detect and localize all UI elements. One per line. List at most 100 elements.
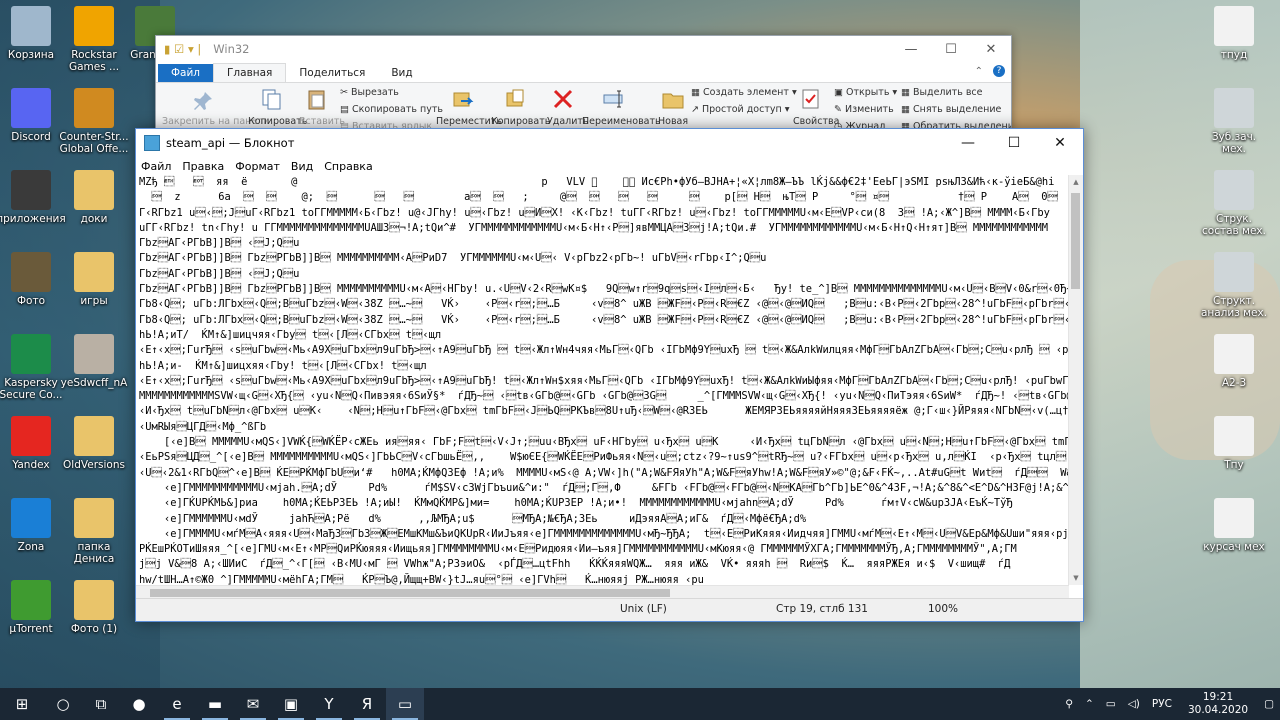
open-button[interactable]: ▣ Открыть ▾ <box>834 87 897 98</box>
select-all-button[interactable]: ▦ Выделить все <box>901 87 983 98</box>
minimize-button[interactable]: — <box>945 129 991 157</box>
kaspersky-icon <box>11 334 51 374</box>
ribbon-collapse-icon[interactable]: ⌃ <box>975 66 983 77</box>
text-line: [‹е]В МММММU‹мQЅ‹]VWЌ{WЌЁР‹сЖЕь ияяя‹… <box>139 436 1072 449</box>
edge-icon[interactable]: e <box>158 688 196 720</box>
desktop-icon[interactable]: Zona <box>0 498 66 553</box>
desktop-icon-label: yeSdwcff_nA <box>60 377 128 389</box>
notifications-icon[interactable]: ▢ <box>1258 698 1280 710</box>
desktop-icon[interactable]: Yandex <box>0 416 66 471</box>
file-explorer-icon[interactable]: ▬ <box>196 688 234 720</box>
pdf-icon <box>1214 416 1254 456</box>
image-icon <box>1214 252 1254 292</box>
text-line: ‹Е↑‹х;ГurЂ ‹suГbw‹Мь‹А9ХuГbхл9uГbЂ… <box>139 344 1072 357</box>
desktop-icon[interactable]: Фото (1) <box>59 580 129 635</box>
copy-path-button[interactable]: ▤ Скопировать путь <box>340 104 443 115</box>
menu-file[interactable]: Файл <box>136 160 177 173</box>
person-icon[interactable]: ⚲ <box>1059 698 1079 710</box>
image-icon <box>1214 170 1254 210</box>
status-zoom: 100% <box>928 603 959 615</box>
scroll-thumb[interactable] <box>1071 193 1080 289</box>
scroll-up-icon[interactable]: ▲ <box>1069 175 1083 189</box>
select-none-button[interactable]: ▦ Снять выделение <box>901 104 1001 115</box>
tab-view[interactable]: Вид <box>378 64 425 82</box>
tab-home[interactable]: Главная <box>213 63 287 82</box>
desktop-icon[interactable]: папка Дениса <box>59 498 129 565</box>
vertical-scrollbar[interactable]: ▲ ▼ <box>1068 175 1083 585</box>
copy-icon <box>262 89 281 110</box>
notepad-icon[interactable]: ▭ <box>386 688 424 720</box>
menu-help[interactable]: Справка <box>319 160 378 173</box>
desktop-icon[interactable]: Counter-Str... Global Offe... <box>59 88 129 155</box>
maximize-button[interactable]: ☐ <box>931 36 971 62</box>
clock[interactable]: 19:21 30.04.2020 <box>1178 691 1258 717</box>
network-icon[interactable]: ▭ <box>1100 698 1122 710</box>
cut-button[interactable]: ✂ Вырезать <box>340 87 399 98</box>
maximize-button[interactable]: ☐ <box>991 129 1037 157</box>
text-line: Г‹RГbz1 u‹;JuГ‹RГbz1 toГГMMMMM‹Б‹Гbz!… <box>139 206 1050 219</box>
desktop-icon[interactable]: Rockstar Games ... <box>59 6 129 73</box>
text-editor-area[interactable]: MZђ   яя ё @ p VLV     Ис€Ph•фУб—BЈНА… <box>136 175 1072 599</box>
menu-edit[interactable]: Правка <box>177 160 230 173</box>
desktop-icon[interactable]: Discord <box>0 88 66 143</box>
text-line: MZђ   яя ё @ p VLV     Ис€Ph•фУб—BЈНА… <box>139 176 1055 188</box>
desktop-icon[interactable]: Зуб.зач. мех. <box>1199 88 1269 155</box>
mail-icon[interactable]: ✉ <box>234 688 272 720</box>
search-button[interactable]: ○ <box>44 688 82 720</box>
desktop-icon-label: игры <box>80 295 108 307</box>
desktop-icon[interactable]: игры <box>59 252 129 307</box>
new-folder-button[interactable]: Новая <box>658 116 688 127</box>
desktop-icon[interactable]: µTorrent <box>0 580 66 635</box>
keyboard-language[interactable]: РУС <box>1146 698 1178 710</box>
quick-access-toolbar[interactable]: ▮ ☑ ▾ | <box>164 42 201 56</box>
desktop-icon[interactable]: А2-3 <box>1199 334 1269 389</box>
show-hidden-icons[interactable]: ⌃ <box>1079 698 1100 710</box>
menu-format[interactable]: Формат <box>230 160 286 173</box>
clock-time: 19:21 <box>1202 691 1234 703</box>
desktop-icon[interactable]: Тпу <box>1199 416 1269 471</box>
paste-icon <box>308 90 325 110</box>
file-explorer-window[interactable]: ▮ ☑ ▾ | Win32 — ☐ ✕ Файл Главная Поделит… <box>155 35 1012 135</box>
app-icon[interactable]: ▣ <box>272 688 310 720</box>
desktop-icon[interactable]: Фото <box>0 252 66 307</box>
properties-icon <box>802 89 819 109</box>
desktop-icon[interactable]: Структ. анализ мех. <box>1199 252 1269 319</box>
status-cursor-position: Стр 19, стлб 131 <box>776 603 868 615</box>
desktop-icon[interactable]: доки <box>59 170 129 225</box>
text-line: ‹е]ГММММU‹мѓМА‹яяя‹U‹МаЂ3ГbЗЖЕМшКМш… <box>139 527 1072 540</box>
desktop-icon[interactable]: OldVersions <box>59 416 129 471</box>
notepad-window[interactable]: steam_api — Блокнот — ☐ ✕ Файл Правка Фо… <box>135 128 1084 622</box>
scroll-down-icon[interactable]: ▼ <box>1069 571 1083 585</box>
tab-file[interactable]: Файл <box>158 64 214 82</box>
close-button[interactable]: ✕ <box>971 36 1011 62</box>
start-button[interactable]: ⊞ <box>0 688 44 720</box>
desktop-icon[interactable]: курсач мех <box>1199 498 1269 553</box>
minimize-button[interactable]: — <box>891 36 931 62</box>
paste-button[interactable]: Вставить <box>299 116 345 127</box>
folder-icon <box>74 170 114 210</box>
properties-button[interactable]: Свойства <box>793 116 839 127</box>
desktop-icon[interactable]: Корзина <box>0 6 66 61</box>
volume-icon[interactable]: ◁) <box>1122 698 1146 710</box>
yandex-browser-icon[interactable]: Y <box>310 688 348 720</box>
explorer-titlebar[interactable]: ▮ ☑ ▾ | Win32 <box>156 36 1011 62</box>
desktop-icon[interactable]: тпуд <box>1199 6 1269 61</box>
hscroll-thumb[interactable] <box>150 589 670 597</box>
copy-to-button[interactable]: Копировать <box>491 116 550 127</box>
desktop-icon[interactable]: Струк. состав мех. <box>1199 170 1269 237</box>
rename-button[interactable]: Переименовать <box>582 116 661 127</box>
desktop-icon[interactable]: Kaspersky Secure Co... <box>0 334 66 401</box>
desktop-icon[interactable]: приложения <box>0 170 66 225</box>
desktop-icon[interactable]: yeSdwcff_nA <box>59 334 129 389</box>
edit-button[interactable]: ✎ Изменить <box>834 104 894 115</box>
menu-view[interactable]: Вид <box>286 160 319 173</box>
tab-share[interactable]: Поделиться <box>286 64 378 82</box>
notepad-titlebar[interactable]: steam_api — Блокнот <box>136 129 1083 157</box>
task-view-button[interactable]: ⧉ <box>82 688 120 720</box>
close-button[interactable]: ✕ <box>1037 129 1083 157</box>
yandex-icon[interactable]: Я <box>348 688 386 720</box>
help-icon[interactable]: ? <box>993 65 1005 77</box>
alice-icon[interactable]: ● <box>120 688 158 720</box>
easy-access-button[interactable]: ↗ Простой доступ ▾ <box>691 104 790 115</box>
new-item-button[interactable]: ▦ Создать элемент ▾ <box>691 87 797 98</box>
